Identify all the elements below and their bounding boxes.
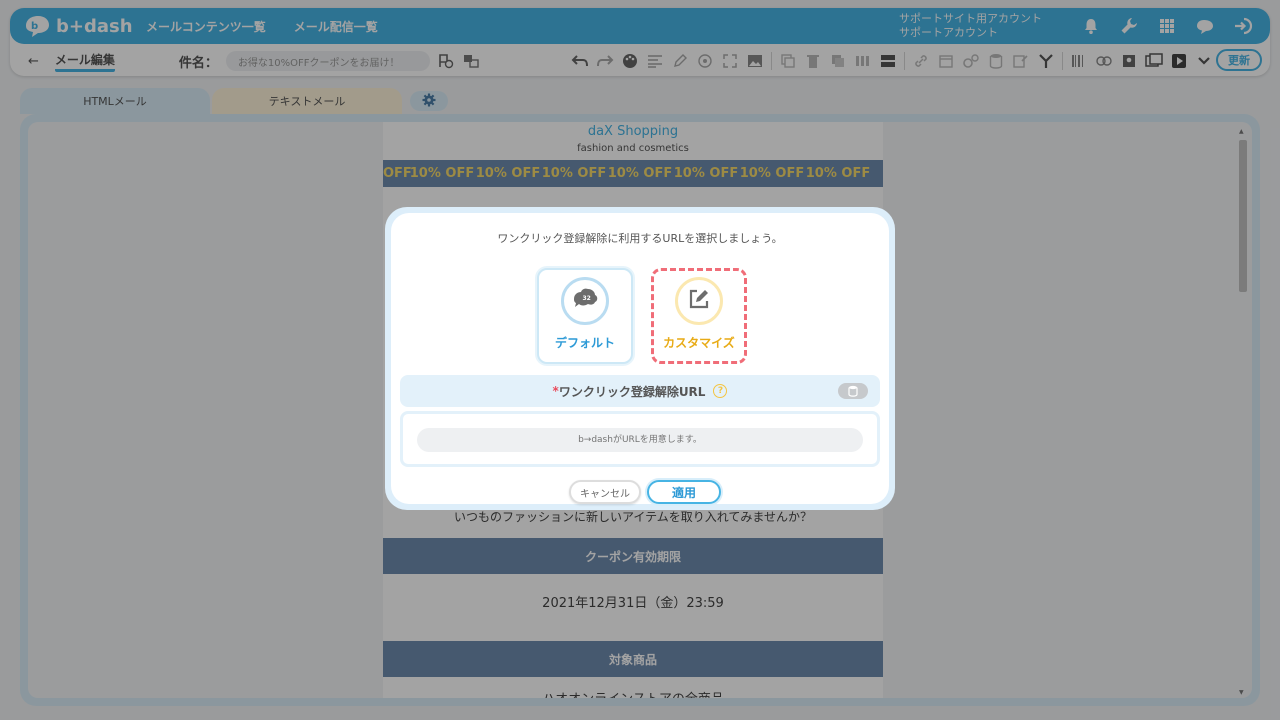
help-icon[interactable]: ? bbox=[713, 384, 728, 398]
option-custom-label: カスタマイズ bbox=[663, 336, 735, 350]
option-customize[interactable]: カスタマイズ bbox=[651, 268, 747, 364]
modal-title: ワンクリック登録解除に利用するURLを選択しましょう。 bbox=[497, 232, 783, 245]
modal-body: ワンクリック登録解除に利用するURLを選択しましょう。 32 デフォルト カスタ… bbox=[391, 213, 889, 504]
unsubscribe-url-modal: ワンクリック登録解除に利用するURLを選択しましょう。 32 デフォルト カスタ… bbox=[385, 207, 895, 510]
option-default[interactable]: 32 デフォルト bbox=[537, 268, 633, 364]
url-field-header: * ワンクリック登録解除URL ? bbox=[400, 375, 880, 407]
database-toggle-button[interactable] bbox=[838, 383, 868, 399]
option-default-circle: 32 bbox=[561, 277, 609, 325]
option-default-label: デフォルト bbox=[554, 336, 615, 350]
database-icon bbox=[848, 382, 858, 401]
url-field-label: ワンクリック登録解除URL bbox=[558, 384, 706, 399]
edit-icon bbox=[687, 287, 711, 315]
option-custom-circle bbox=[675, 277, 723, 325]
cloud-chat-icon: 32 bbox=[570, 286, 600, 316]
svg-text:32: 32 bbox=[583, 295, 591, 302]
cancel-button[interactable]: キャンセル bbox=[569, 480, 641, 504]
unsubscribe-url-input[interactable] bbox=[417, 428, 863, 452]
apply-button[interactable]: 適用 bbox=[647, 480, 721, 504]
url-field-box bbox=[400, 411, 880, 467]
